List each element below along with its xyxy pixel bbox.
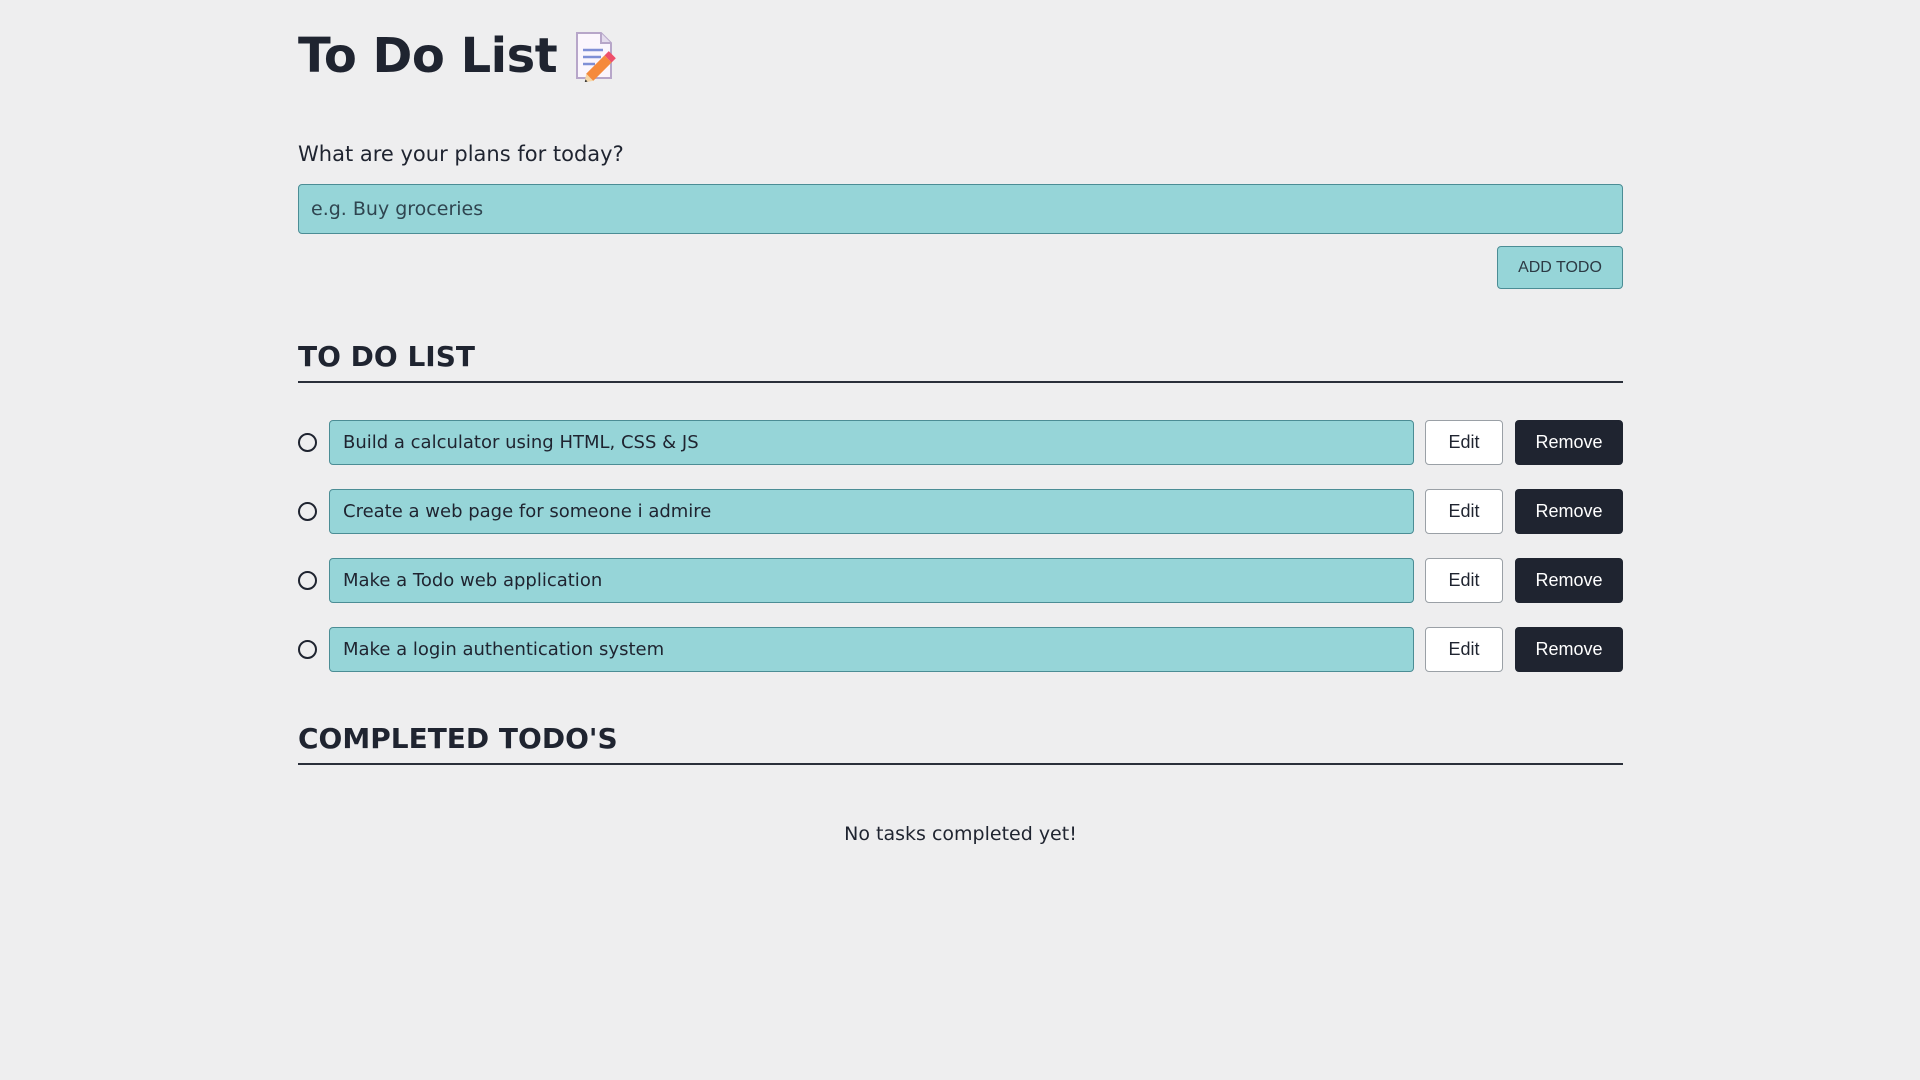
page-header: To Do List — [298, 28, 619, 84]
new-todo-input[interactable] — [298, 184, 1623, 234]
page-title: To Do List — [298, 28, 558, 84]
todo-item: Make a login authentication system Edit … — [298, 627, 1623, 672]
todo-text[interactable]: Build a calculator using HTML, CSS & JS — [329, 420, 1414, 465]
remove-button[interactable]: Remove — [1515, 420, 1623, 465]
edit-button[interactable]: Edit — [1425, 489, 1503, 534]
remove-button[interactable]: Remove — [1515, 489, 1623, 534]
add-todo-button[interactable]: ADD TODO — [1497, 246, 1623, 289]
complete-radio[interactable] — [298, 571, 317, 590]
todo-list: Build a calculator using HTML, CSS & JS … — [298, 420, 1623, 696]
new-todo-label: What are your plans for today? — [298, 142, 624, 166]
todo-list-heading: TO DO LIST — [298, 340, 1623, 383]
completed-empty-message: No tasks completed yet! — [844, 823, 1077, 845]
todo-text[interactable]: Create a web page for someone i admire — [329, 489, 1414, 534]
todo-item: Build a calculator using HTML, CSS & JS … — [298, 420, 1623, 465]
todo-item: Create a web page for someone i admire E… — [298, 489, 1623, 534]
complete-radio[interactable] — [298, 502, 317, 521]
complete-radio[interactable] — [298, 640, 317, 659]
todo-item: Make a Todo web application Edit Remove — [298, 558, 1623, 603]
edit-button[interactable]: Edit — [1425, 627, 1503, 672]
memo-pencil-icon — [571, 30, 619, 83]
remove-button[interactable]: Remove — [1515, 627, 1623, 672]
completed-heading: COMPLETED TODO'S — [298, 722, 1623, 765]
todo-text[interactable]: Make a login authentication system — [329, 627, 1414, 672]
complete-radio[interactable] — [298, 433, 317, 452]
edit-button[interactable]: Edit — [1425, 420, 1503, 465]
todo-text[interactable]: Make a Todo web application — [329, 558, 1414, 603]
edit-button[interactable]: Edit — [1425, 558, 1503, 603]
remove-button[interactable]: Remove — [1515, 558, 1623, 603]
